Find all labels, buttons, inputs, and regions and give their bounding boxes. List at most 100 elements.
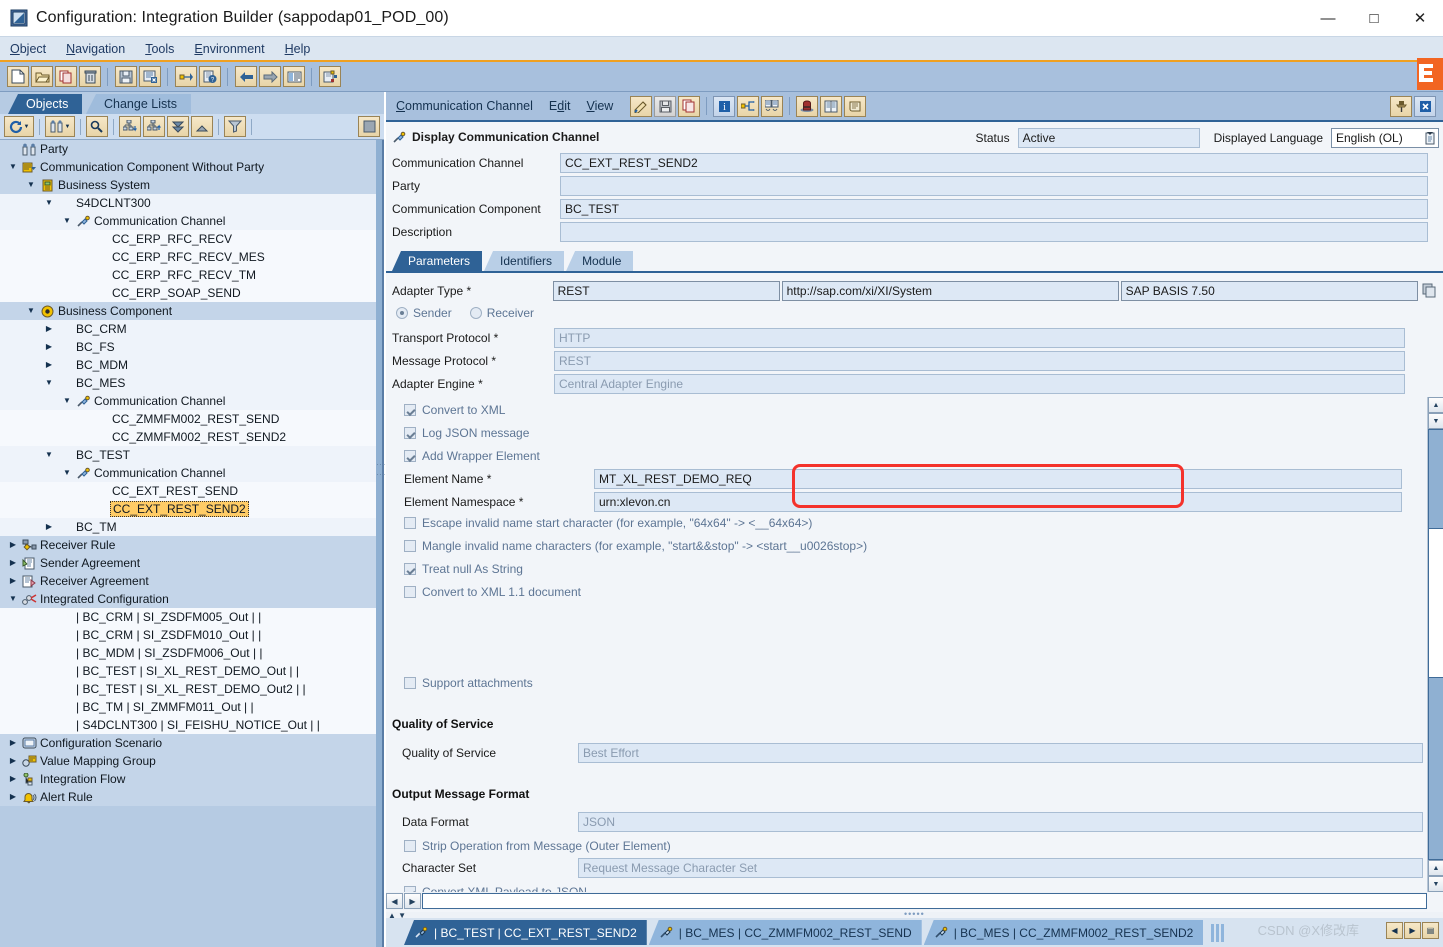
delete-trash-icon[interactable] (79, 66, 101, 87)
documentation-icon[interactable] (820, 95, 843, 117)
scroll-down-arrow-top[interactable]: ▼ (1428, 413, 1443, 429)
chevron-right-icon[interactable]: ▶ (6, 752, 20, 770)
menu-edit[interactable]: Edit (549, 99, 571, 113)
option-convert-xml-payload-to-json[interactable]: Convert XML Payload to JSON (404, 883, 587, 892)
chevron-right-icon[interactable]: ▶ (6, 770, 20, 788)
tab-parameters[interactable]: Parameters (392, 251, 483, 271)
tree-item[interactable]: ▶ Alert Rule (0, 788, 378, 806)
chevron-right-icon[interactable]: ▶ (42, 320, 56, 338)
option-escape-invalid-start[interactable]: Escape invalid name start character (for… (404, 514, 812, 532)
adapter-type-value[interactable]: REST (552, 280, 780, 301)
scroll-up-arrow[interactable]: ▲ (1428, 397, 1443, 413)
treat-null-as-string-checkbox[interactable] (404, 563, 416, 575)
list-view-icon[interactable] (283, 66, 305, 87)
tree-item[interactable]: ▼ Communication Channel (0, 392, 378, 410)
parameters-vertical-scrollbar[interactable]: ▲ ▼ ▲ ▼ (1427, 397, 1443, 892)
chevron-right-icon[interactable]: ▶ (6, 554, 20, 572)
chevron-down-icon[interactable]: ▼ (6, 590, 20, 608)
save-all-icon[interactable] (115, 66, 137, 87)
chevron-right-icon[interactable]: ▶ (42, 518, 56, 536)
tab-identifiers[interactable]: Identifiers (484, 251, 565, 271)
convert-xml-11-checkbox[interactable] (404, 586, 416, 598)
task-list-icon[interactable]: ▤ (1422, 922, 1439, 939)
hscroll-track[interactable] (422, 893, 1427, 909)
tree-item[interactable]: ▶ BC_FS (0, 338, 378, 356)
menu-item-navigation[interactable]: Navigation (56, 42, 135, 56)
filter-icon[interactable] (224, 116, 246, 137)
info-icon[interactable]: i (713, 95, 736, 117)
refresh-dropdown-icon[interactable]: ▼ (24, 124, 30, 130)
find-icon[interactable] (86, 116, 108, 137)
chevron-down-icon[interactable]: ▼ (42, 446, 56, 464)
tree-item[interactable]: | BC_TM | SI_ZMMFM011_Out | | (0, 698, 378, 716)
chevron-down-icon[interactable]: ▼ (60, 464, 74, 482)
tree-item[interactable]: CC_ERP_SOAP_SEND (0, 284, 378, 302)
language-select[interactable]: English (OL) (1331, 128, 1439, 148)
hscroll-left-arrow[interactable]: ◀ (386, 893, 403, 909)
chevron-right-icon[interactable]: ▶ (6, 734, 20, 752)
tree-item[interactable]: ▶ BC_MDM (0, 356, 378, 374)
tree-item[interactable]: ▶ Value Mapping Group (0, 752, 378, 770)
close-window-icon[interactable] (1414, 96, 1436, 117)
tab-change-lists[interactable]: Change Lists (86, 94, 191, 114)
tree-item[interactable]: ▼ Business Component (0, 302, 378, 320)
convert-to-xml-checkbox[interactable] (404, 404, 416, 416)
support-attachments-checkbox[interactable] (404, 677, 416, 689)
collapse-all-icon[interactable] (191, 116, 213, 137)
option-support-attachments[interactable]: Support attachments (404, 674, 533, 692)
tree-item[interactable]: | BC_CRM | SI_ZSDFM010_Out | | (0, 626, 378, 644)
taskbar-item-cc-zmmfm002-rest-send[interactable]: | BC_MES | CC_ZMMFM002_REST_SEND (648, 920, 922, 945)
tree-item[interactable]: CC_ERP_RFC_RECV_TM (0, 266, 378, 284)
option-log-json-message[interactable]: Log JSON message (404, 424, 529, 442)
option-add-wrapper-element[interactable]: Add Wrapper Element (404, 447, 540, 465)
taskbar-item-cc-ext-rest-send2[interactable]: | BC_TEST | CC_EXT_REST_SEND2 (404, 920, 647, 945)
back-arrow-icon[interactable] (235, 66, 257, 87)
menu-communication-channel[interactable]: Communication Channel (396, 99, 533, 113)
chevron-down-icon[interactable]: ▼ (24, 302, 38, 320)
tree-scrollbar[interactable]: ⋮⋮ (376, 140, 386, 947)
history-icon[interactable]: ? (199, 66, 221, 87)
activate-icon[interactable] (175, 66, 197, 87)
taskbar-item-cc-zmmfm002-rest-send2[interactable]: | BC_MES | CC_ZMMFM002_REST_SEND2 (923, 920, 1204, 945)
close-all-icon[interactable] (139, 66, 161, 87)
receiver-radio[interactable] (469, 307, 482, 319)
tree-item[interactable]: CC_ERP_RFC_RECV (0, 230, 378, 248)
chevron-down-icon[interactable]: ▼ (42, 194, 56, 212)
cache-notification-icon[interactable] (319, 66, 341, 87)
expand-subtree-icon[interactable] (119, 116, 141, 137)
tree-item[interactable]: CC_ZMMFM002_REST_SEND2 (0, 428, 378, 446)
close-button[interactable]: ✕ (1397, 0, 1443, 36)
option-convert-xml-11[interactable]: Convert to XML 1.1 document (404, 583, 581, 601)
mangle-invalid-chars-checkbox[interactable] (404, 540, 416, 552)
tree-item[interactable]: ▶ Integration Flow (0, 770, 378, 788)
dropdown-icon[interactable] (1424, 131, 1436, 147)
sender-radio[interactable] (396, 307, 408, 319)
tree-item[interactable]: ▶ Receiver Rule (0, 536, 378, 554)
expand-all-icon[interactable] (167, 116, 189, 137)
tree-item[interactable]: CC_ERP_RFC_RECV_MES (0, 248, 378, 266)
escape-invalid-start-checkbox[interactable] (404, 517, 416, 529)
option-mangle-invalid-chars[interactable]: Mangle invalid name characters (for exam… (404, 537, 867, 555)
parameters-horizontal-scrollbar[interactable]: ◀ ▶ (386, 892, 1427, 910)
tree-item[interactable]: ▶ Receiver Agreement (0, 572, 378, 590)
magic-hat-icon[interactable] (796, 95, 819, 117)
tree-item[interactable]: CC_EXT_REST_SEND2 (0, 500, 378, 518)
chevron-right-icon[interactable]: ▶ (42, 356, 56, 374)
tree-item[interactable]: Party (0, 140, 378, 158)
copy-icon[interactable] (678, 95, 701, 117)
value-help-icon[interactable] (1422, 283, 1437, 298)
chevron-right-icon[interactable]: ▶ (6, 788, 20, 806)
tree-item[interactable]: CC_EXT_REST_SEND (0, 482, 378, 500)
tree-item[interactable]: ▼ Integrated Configuration (0, 590, 378, 608)
tree-item[interactable]: ▶ Configuration Scenario (0, 734, 378, 752)
chevron-right-icon[interactable]: ▶ (6, 536, 20, 554)
chevron-right-icon[interactable]: ▶ (6, 572, 20, 590)
copy-icon[interactable] (55, 66, 77, 87)
adapter-swcv-value[interactable]: SAP BASIS 7.50 (1120, 280, 1418, 301)
chevron-right-icon[interactable]: ▶ (42, 338, 56, 356)
tree-item[interactable]: ▶ BC_CRM (0, 320, 378, 338)
edit-pencil-icon[interactable] (630, 95, 653, 117)
menu-view[interactable]: View (586, 99, 613, 113)
party-filter-icon[interactable]: ▼ (45, 116, 75, 137)
stop-icon[interactable] (358, 116, 380, 137)
